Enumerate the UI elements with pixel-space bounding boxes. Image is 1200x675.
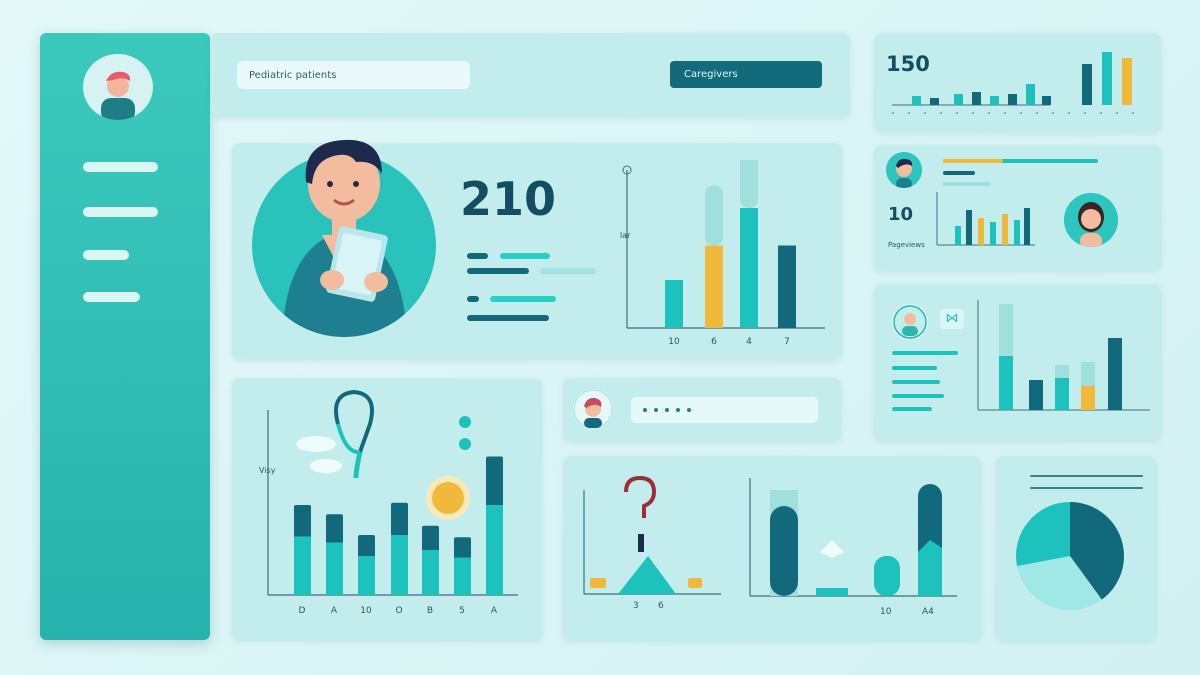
- bottom-middle-tick-b2: A4: [922, 607, 934, 617]
- lower-card-line-3: [892, 380, 940, 384]
- hero-bar-tick-label: 4: [746, 337, 752, 347]
- bottom-bar-fill: [454, 557, 471, 595]
- bottom-bar-fill: [391, 535, 408, 595]
- hero-bar-tick-label: 7: [784, 337, 790, 347]
- middle-card-stat: 10: [888, 204, 914, 225]
- hero-line-7: [467, 315, 549, 321]
- lower-card-line-2: [892, 366, 937, 370]
- bottom-bar-tick-label: 5: [459, 606, 465, 616]
- status-chip[interactable]: [631, 397, 818, 423]
- hero-line-3: [467, 268, 529, 274]
- sidebar-item-2[interactable]: [83, 207, 158, 217]
- sidebar: [40, 33, 210, 640]
- search-input-text: Pediatric patients: [249, 69, 337, 81]
- bottom-middle-bar-chart: [749, 478, 957, 597]
- chip-avatar-icon: [573, 389, 613, 429]
- chip-avatar[interactable]: [573, 389, 613, 429]
- hero-stat-value: 210: [460, 172, 557, 226]
- lower-card-chart: [977, 300, 1150, 411]
- bottom-left-bar-chart: D A 10 O B 5 A: [267, 410, 518, 616]
- bottom-bar-fill: [326, 542, 343, 595]
- bottom-bar-fill: [486, 505, 503, 595]
- hero-bar-cap: [705, 185, 723, 246]
- patient-avatar-icon: [1064, 193, 1118, 247]
- chip-dot: [654, 408, 658, 412]
- team-avatar[interactable]: [892, 304, 928, 340]
- lower-card-line-5: [892, 407, 932, 411]
- pie-card-line-2: [1030, 487, 1143, 489]
- bowtie-icon: ⋈: [940, 309, 964, 329]
- bottom-middle-tick-a2: 6: [658, 601, 664, 611]
- hero-line-5: [467, 296, 479, 302]
- middle-card-chart: [936, 192, 1035, 246]
- hero-chart-axis-label: lar: [620, 231, 631, 240]
- team-avatar-icon: [893, 305, 927, 339]
- middle-card-caption: Pageviews: [888, 241, 925, 249]
- bottom-bar-tick-label: O: [395, 606, 402, 616]
- bottom-bar-fill: [422, 550, 439, 595]
- hero-bar-chart: 10 6 4 7: [622, 160, 825, 347]
- bottom-middle-tick-a1: 3: [633, 601, 639, 611]
- hero-bar-tick-label: 10: [668, 337, 680, 347]
- hero-bar-cap: [740, 160, 758, 208]
- bottom-middle-tick-b1: 10: [880, 607, 892, 617]
- bottom-chart-axis-label: Visy: [259, 466, 276, 475]
- chip-dot: [676, 408, 680, 412]
- hero-bar: [705, 245, 723, 328]
- nurse-illustration: [252, 132, 436, 337]
- sidebar-item-3[interactable]: [83, 250, 129, 260]
- question-illustration: [583, 475, 721, 595]
- doctor-avatar-small[interactable]: [886, 152, 922, 188]
- user-avatar[interactable]: [83, 54, 153, 120]
- search-input[interactable]: Pediatric patients: [237, 61, 470, 89]
- hero-line-1: [467, 253, 488, 259]
- hero-bar: [778, 245, 796, 328]
- caregivers-button-label: Caregivers: [684, 69, 738, 80]
- pie-card-line-1: [1030, 475, 1143, 477]
- hero-bar: [665, 280, 683, 328]
- top-card-chart: [892, 52, 1145, 114]
- lower-card-line-1: [892, 351, 958, 355]
- chip-dot: [687, 408, 691, 412]
- hero-bar-tick-label: 6: [711, 337, 717, 347]
- middle-card-line-2: [943, 159, 1003, 163]
- hero-line-6: [490, 296, 556, 302]
- caregivers-button[interactable]: Caregivers: [670, 61, 822, 88]
- patient-avatar-small[interactable]: [1064, 193, 1118, 247]
- question-mark-icon: [624, 475, 657, 518]
- user-avatar-icon: [85, 54, 151, 120]
- bottom-bar-fill: [358, 556, 375, 595]
- doctor-avatar-icon: [886, 152, 922, 188]
- bottom-bar-tick-label: D: [299, 606, 306, 616]
- bottom-bar-tick-label: A: [491, 606, 498, 616]
- chip-dot: [643, 408, 647, 412]
- hero-line-4: [540, 268, 596, 274]
- chip-dot: [665, 408, 669, 412]
- sidebar-item-1[interactable]: [83, 162, 158, 172]
- bottom-bar-tick-label: 10: [360, 606, 372, 616]
- sidebar-item-4[interactable]: [83, 292, 140, 302]
- middle-card-line-3: [943, 171, 975, 175]
- lower-card-line-4: [892, 394, 944, 398]
- bottom-bar-tick-label: A: [331, 606, 338, 616]
- bottom-bar-tick-label: B: [427, 606, 433, 616]
- pie-slice: [1016, 502, 1070, 567]
- hero-line-2: [500, 253, 550, 259]
- pie-chart: [1016, 502, 1124, 610]
- mountain-icon: [618, 556, 676, 594]
- middle-card-line-4: [943, 182, 991, 186]
- nurse-icon: [252, 139, 436, 337]
- bottom-bar-fill: [294, 536, 311, 595]
- hero-bar: [740, 208, 758, 328]
